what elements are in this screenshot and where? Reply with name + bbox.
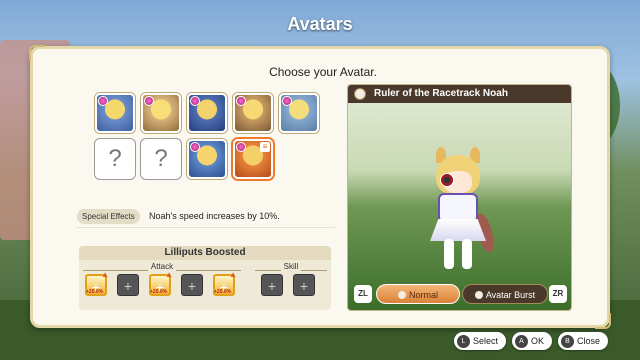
select-button[interactable]: L Select	[453, 332, 506, 350]
attack-slot-5[interactable]: + ▲ +20.0%	[213, 270, 237, 296]
boost-percent: +20.0%	[214, 289, 232, 295]
boost-arrow-icon: ▲	[165, 270, 173, 279]
special-effects-row: Special Effects Noah's speed increases b…	[77, 209, 335, 228]
zl-button[interactable]: ZL	[354, 285, 372, 303]
divider	[77, 227, 335, 228]
skill-slot-1[interactable]: +	[261, 274, 283, 296]
pose-icon	[397, 291, 406, 299]
boost-arrow-icon: ▲	[101, 270, 109, 279]
choose-prompt: Choose your Avatar.	[269, 65, 377, 79]
normal-pose-button[interactable]: Normal	[376, 284, 460, 304]
zr-button[interactable]: ZR	[549, 285, 567, 303]
avatar-slot-locked-1[interactable]: ?	[95, 139, 135, 179]
attack-slot-2[interactable]: +	[117, 274, 139, 296]
lilliputs-boosted-box: Lilliputs Boosted Attack Skill + ▲ +20.0% …	[79, 246, 331, 310]
avatar-slot-4[interactable]	[233, 93, 273, 133]
close-button[interactable]: B Close	[557, 332, 608, 350]
special-effects-text: Noah's speed increases by 10%.	[149, 211, 280, 221]
attack-slot-1[interactable]: + ▲ +20.0%	[85, 270, 109, 296]
lilliputs-boosted-title: Lilliputs Boosted	[79, 246, 331, 260]
avatar-slot-5[interactable]	[279, 93, 319, 133]
preview-controls: ZL Normal Avatar Burst ZR	[348, 284, 571, 304]
a-button-icon: A	[514, 334, 528, 348]
avatar-slot-selected[interactable]: ≡	[233, 139, 273, 179]
avatar-badge-icon	[354, 88, 366, 100]
boost-arrow-icon: ▲	[229, 270, 237, 279]
monocle-icon	[440, 173, 454, 187]
avatar-grid: ? ? ≡	[95, 93, 319, 179]
equipped-tag-icon: ≡	[260, 142, 270, 152]
boost-percent: +20.0%	[150, 289, 168, 295]
footer-controls: L Select A OK B Close	[453, 332, 608, 350]
avatar-slot-locked-2[interactable]: ?	[141, 139, 181, 179]
avatar-preview: Ruler of the Racetrack Noah ZL Normal Av…	[347, 84, 572, 311]
avatar-slot-8[interactable]	[187, 139, 227, 179]
skill-slot-2[interactable]: +	[293, 274, 315, 296]
avatar-name: Ruler of the Racetrack Noah	[374, 88, 508, 99]
gem-icon	[236, 96, 246, 106]
screen-title: Avatars	[287, 14, 353, 34]
ok-button[interactable]: A OK	[511, 332, 552, 350]
avatar-slot-1[interactable]	[95, 93, 135, 133]
boost-percent: +20.0%	[86, 289, 104, 295]
gem-icon	[236, 142, 246, 152]
avatar-slot-3[interactable]	[187, 93, 227, 133]
burst-icon	[474, 291, 483, 299]
skill-label: Skill	[255, 262, 327, 271]
gem-icon	[190, 96, 200, 106]
avatar-name-bar: Ruler of the Racetrack Noah	[348, 85, 571, 103]
avatar-panel: Choose your Avatar. ? ? ≡ Special Effect…	[29, 45, 611, 329]
l-stick-icon: L	[456, 334, 470, 348]
attack-slot-4[interactable]: +	[181, 274, 203, 296]
avatar-character-figure	[418, 147, 498, 277]
avatar-burst-button[interactable]: Avatar Burst	[462, 284, 548, 304]
attack-slot-3[interactable]: + ▲ +20.0%	[149, 270, 173, 296]
gem-icon	[144, 96, 154, 106]
avatar-slot-2[interactable]	[141, 93, 181, 133]
gem-icon	[190, 142, 200, 152]
b-button-icon: B	[560, 334, 574, 348]
gem-icon	[98, 96, 108, 106]
special-effects-label: Special Effects	[77, 209, 140, 224]
gem-icon	[282, 96, 292, 106]
